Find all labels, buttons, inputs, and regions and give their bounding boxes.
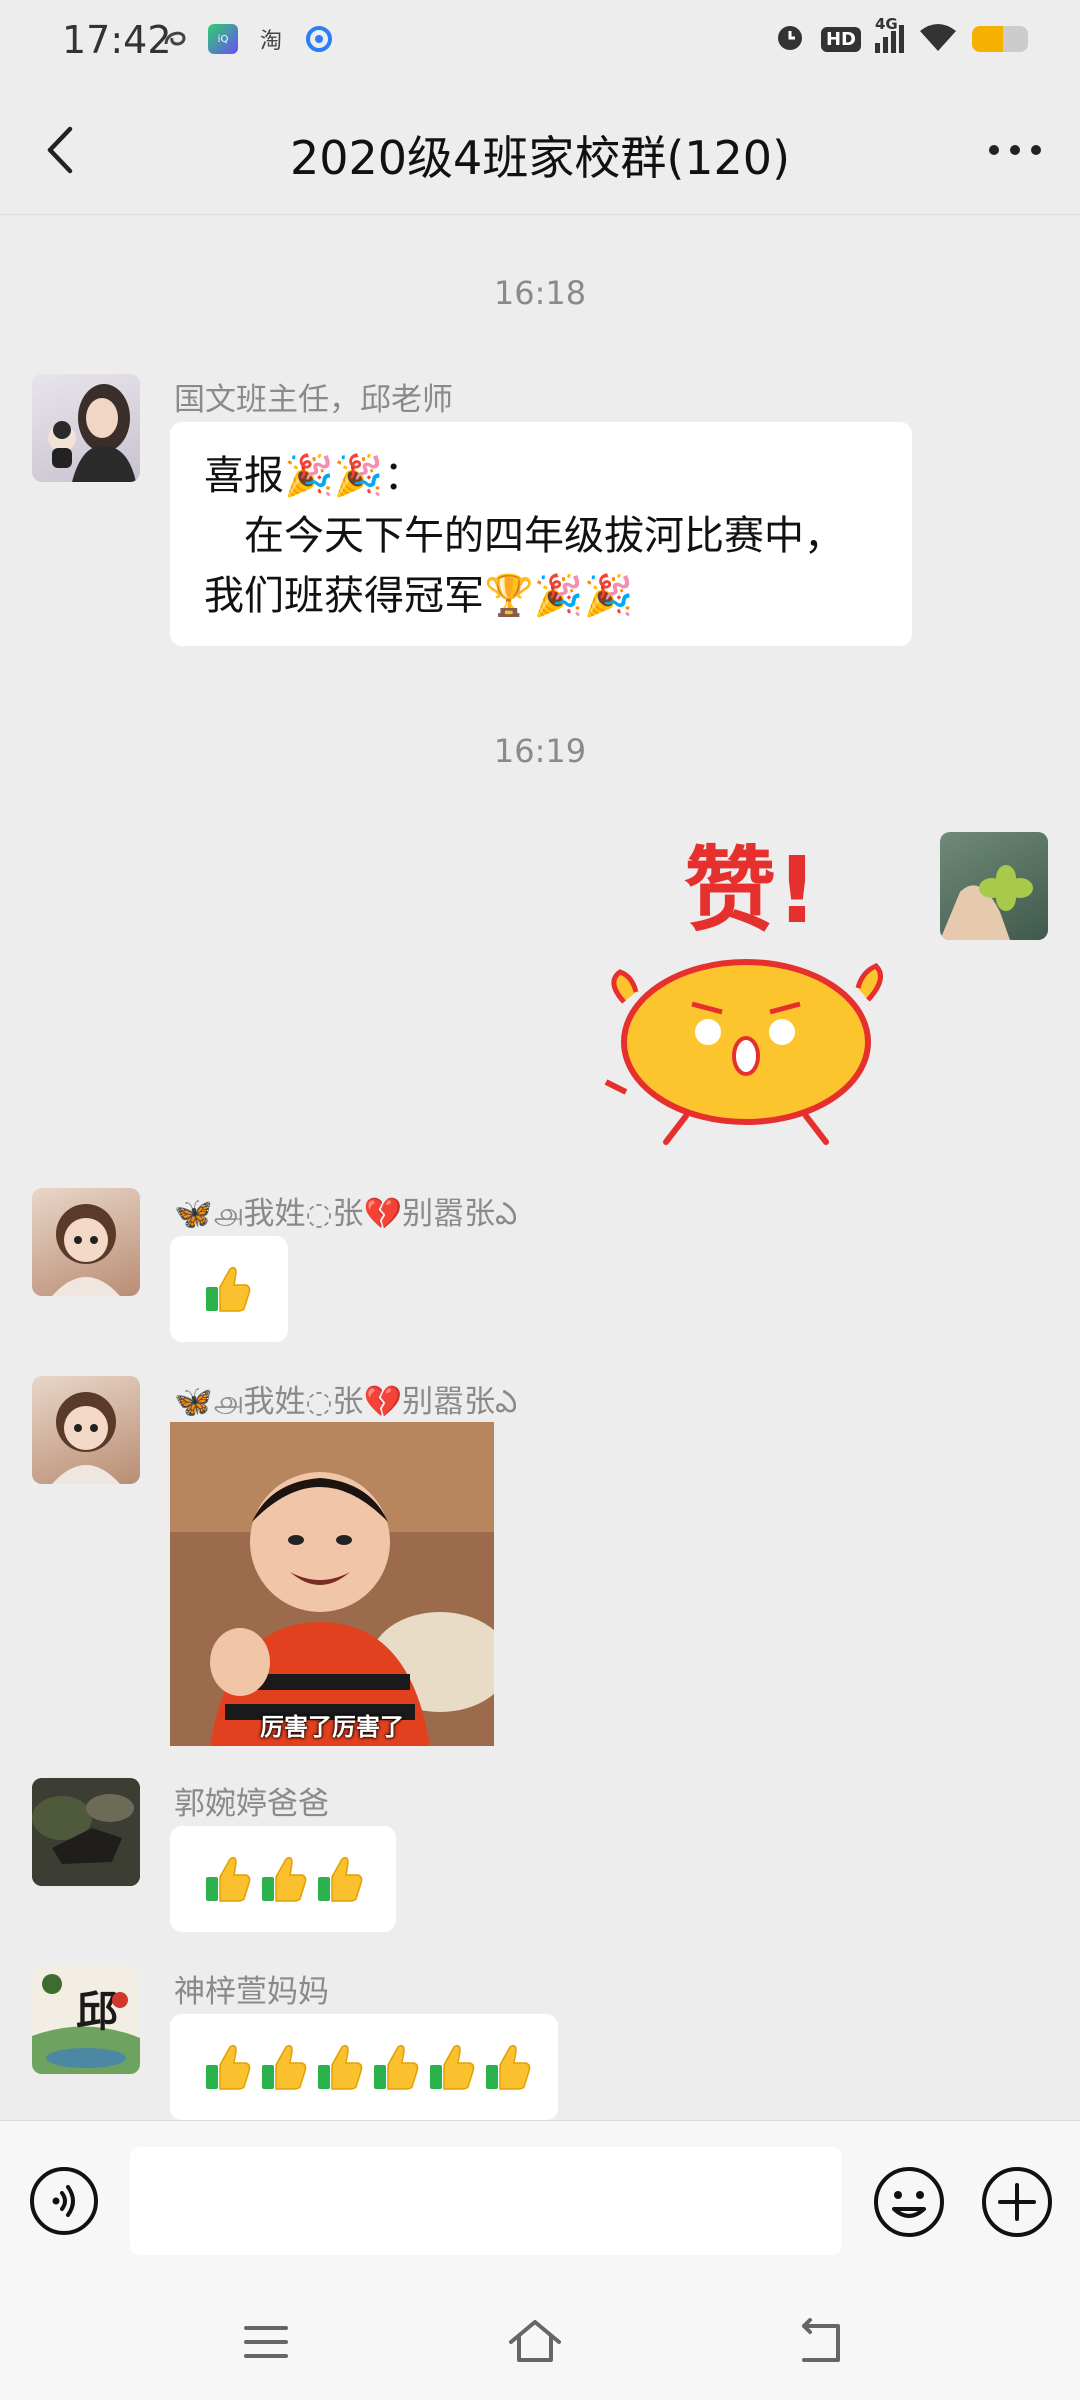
timestamp: 16:19 bbox=[493, 732, 587, 770]
sender-name: 国文班主任，邱老师 bbox=[174, 382, 453, 418]
sticker-zan[interactable]: 赞! bbox=[596, 832, 896, 1152]
avatar[interactable] bbox=[940, 832, 1048, 940]
avatar[interactable]: 邱 bbox=[32, 1966, 140, 2074]
more-functions-button[interactable] bbox=[980, 2165, 1054, 2239]
thumbs-up-icon bbox=[316, 2041, 364, 2093]
chat-message-list[interactable]: 16:18 国文班主任，邱老师 喜报🎉🎉： 在今天下午的四年级拔河比赛中， 我们… bbox=[0, 214, 1080, 2120]
message-bubble[interactable] bbox=[170, 1826, 396, 1932]
sender-name: 🦋௮我姓◌张💔别嚣张ఎ bbox=[174, 1384, 518, 1420]
thumbs-up-icon bbox=[484, 2041, 532, 2093]
thumbs-up-icon bbox=[316, 1853, 364, 1905]
thumbs-up-icon bbox=[428, 2041, 476, 2093]
more-icon bbox=[989, 145, 1041, 155]
battery-icon bbox=[972, 26, 1028, 52]
swirl-icon bbox=[160, 24, 190, 54]
nav-menu-button[interactable] bbox=[236, 2312, 306, 2372]
message-bubble[interactable] bbox=[170, 1236, 288, 1342]
thumbs-row bbox=[204, 2038, 531, 2096]
nav-back-button[interactable] bbox=[790, 2312, 860, 2372]
back-arrow-icon bbox=[802, 2318, 840, 2362]
taobao-icon: 淘 bbox=[259, 29, 282, 54]
plus-icon bbox=[982, 2167, 1052, 2237]
voice-icon bbox=[30, 2167, 98, 2235]
chat-title: 2020级4班家校群(120) bbox=[289, 131, 791, 185]
status-right-icons: HD 4G bbox=[773, 15, 1028, 58]
message-input[interactable] bbox=[130, 2147, 842, 2255]
voice-input-button[interactable] bbox=[28, 2165, 100, 2237]
chat-input-bar bbox=[0, 2120, 1080, 2285]
status-time: 17:42 bbox=[62, 18, 172, 62]
avatar[interactable] bbox=[32, 1188, 140, 1296]
menu-icon bbox=[244, 2326, 288, 2358]
thumbs-up-icon bbox=[260, 2041, 308, 2093]
chat-header: 2020级4班家校群(120) bbox=[0, 84, 1080, 215]
emoji-button[interactable] bbox=[872, 2165, 946, 2239]
signal-icon: 4G bbox=[875, 15, 904, 53]
thumbs-up-icon bbox=[204, 1263, 252, 1315]
nav-home-button[interactable] bbox=[505, 2312, 575, 2372]
avatar[interactable] bbox=[32, 1376, 140, 1484]
sender-name: 郭婉婷爸爸 bbox=[174, 1786, 329, 1822]
battery-fill bbox=[972, 26, 1003, 52]
message-bubble[interactable]: 喜报🎉🎉： 在今天下午的四年级拔河比赛中， 我们班获得冠军🏆🎉🎉 bbox=[170, 422, 912, 646]
more-options-button[interactable] bbox=[980, 120, 1050, 180]
sticker-text: 赞! bbox=[684, 837, 818, 944]
thumbs-row bbox=[204, 1850, 364, 1908]
avatar[interactable] bbox=[32, 374, 140, 482]
alarm-icon bbox=[773, 20, 807, 58]
thumbs-up-icon bbox=[204, 1853, 252, 1905]
image-message[interactable]: 厉害了厉害了 bbox=[170, 1422, 494, 1746]
iqiyi-icon: iQ bbox=[208, 24, 238, 54]
thumbs-up-icon bbox=[204, 2041, 252, 2093]
wifi-icon bbox=[918, 21, 958, 57]
image-caption: 厉害了厉害了 bbox=[260, 1713, 404, 1741]
thumbs-up-icon bbox=[372, 2041, 420, 2093]
home-icon bbox=[509, 2320, 561, 2362]
status-bar: 17:42 iQ 淘 HD 4G bbox=[0, 0, 1080, 84]
message-line: 我们班获得冠军🏆🎉🎉 bbox=[204, 573, 634, 619]
thumbs-row bbox=[204, 1260, 254, 1318]
thumbs-up-icon bbox=[260, 1853, 308, 1905]
status-left-icons: iQ 淘 bbox=[160, 24, 334, 54]
message-bubble[interactable] bbox=[170, 2014, 558, 2120]
avatar[interactable] bbox=[32, 1778, 140, 1886]
network-type: 4G bbox=[875, 15, 898, 33]
timestamp: 16:18 bbox=[493, 274, 587, 312]
svg-text:邱: 邱 bbox=[76, 1987, 118, 2036]
sender-name: 神梓萱妈妈 bbox=[174, 1974, 329, 2010]
sender-name: 🦋௮我姓◌张💔别嚣张ఎ bbox=[174, 1196, 518, 1232]
hd-badge: HD bbox=[820, 26, 861, 52]
message-line: 在今天下午的四年级拔河比赛中， bbox=[204, 513, 844, 559]
browser-icon bbox=[304, 24, 334, 54]
message-line: 喜报🎉🎉： bbox=[204, 453, 424, 499]
system-nav-bar bbox=[0, 2284, 1080, 2400]
smiley-icon bbox=[874, 2167, 944, 2237]
